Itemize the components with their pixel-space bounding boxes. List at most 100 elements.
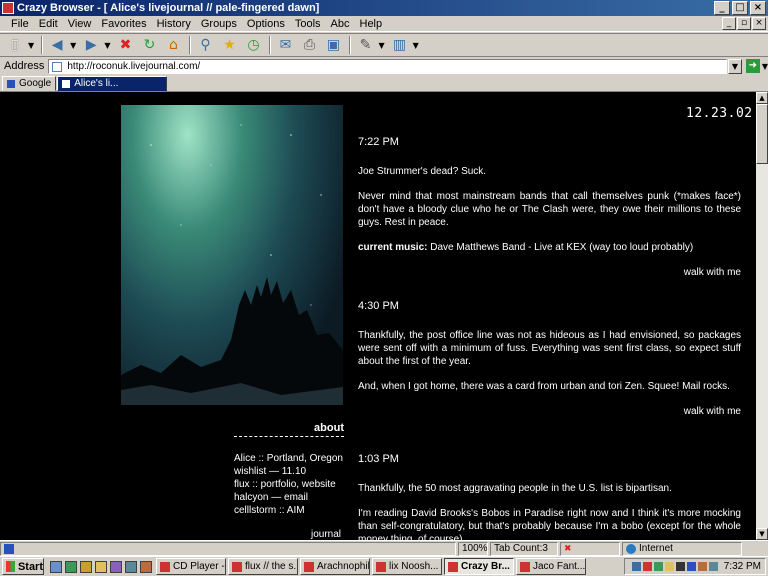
tray-icon[interactable]: [697, 562, 707, 571]
toolbar-separator: [41, 36, 44, 54]
zone-label: Internet: [639, 543, 673, 554]
desktop-icon[interactable]: [50, 560, 62, 573]
menu-history[interactable]: History: [152, 18, 196, 30]
go-arrow-icon[interactable]: ➜: [745, 59, 760, 73]
toolbar-separator: [349, 36, 352, 54]
print-icon[interactable]: ⎙: [298, 35, 320, 55]
zoom-level[interactable]: 100%: [458, 541, 488, 556]
entry-paragraph: I'm reading David Brooks's Bobos in Para…: [358, 508, 741, 540]
new-dropdown-icon[interactable]: ▼: [28, 41, 34, 50]
forward-icon[interactable]: ▶: [80, 35, 102, 55]
edit-dropdown-icon[interactable]: ▼: [378, 41, 384, 50]
mdi-close-button[interactable]: ×: [752, 17, 766, 30]
tab-bar: Google Alice's li...: [0, 75, 768, 92]
vertical-scrollbar[interactable]: ▲ ▼: [756, 92, 768, 540]
menu-tools[interactable]: Tools: [290, 18, 326, 30]
mdi-minimize-button[interactable]: _: [722, 17, 736, 30]
refresh-icon[interactable]: ↻: [138, 35, 160, 55]
back-icon[interactable]: ◀: [46, 35, 68, 55]
tray-icon[interactable]: [664, 562, 674, 571]
favorites-star-icon[interactable]: ★: [218, 35, 240, 55]
columns-icon[interactable]: ▥: [389, 35, 411, 55]
task-flux[interactable]: flux // the s...: [228, 558, 298, 575]
browser-icon[interactable]: [65, 560, 77, 573]
menu-abc[interactable]: Abc: [326, 18, 355, 30]
menu-view[interactable]: View: [63, 18, 97, 30]
close-button[interactable]: ×: [750, 1, 766, 15]
tray-icon[interactable]: [642, 562, 652, 571]
tray-icon[interactable]: [675, 562, 685, 571]
tab-count: Tab Count:3: [490, 541, 558, 556]
menu-edit[interactable]: Edit: [34, 18, 63, 30]
about-item[interactable]: flux :: portfolio, website: [234, 478, 354, 491]
status-text: [0, 541, 456, 556]
columns-dropdown-icon[interactable]: ▼: [413, 41, 419, 50]
status-icons: ✖: [560, 541, 620, 556]
address-bar: Address http://roconuk.livejournal.com/ …: [0, 57, 768, 75]
mail-icon[interactable]: ✉: [274, 35, 296, 55]
walk-with-me-link[interactable]: walk with me: [358, 405, 741, 418]
window-controls: _ □ ×: [714, 1, 766, 15]
explorer-icon[interactable]: [95, 560, 107, 573]
window-icon[interactable]: ▣: [322, 35, 344, 55]
menu-bar: File Edit View Favorites History Groups …: [0, 16, 768, 32]
crazy-browser-icon: [448, 561, 458, 572]
menu-groups[interactable]: Groups: [196, 18, 242, 30]
address-dropdown-icon[interactable]: ▼: [727, 58, 742, 74]
tool-icon[interactable]: [125, 560, 137, 573]
app-icon: [2, 2, 14, 14]
scroll-down-icon[interactable]: ▼: [756, 528, 768, 540]
tray-icon[interactable]: [708, 562, 718, 571]
history-icon[interactable]: ◷: [242, 35, 264, 55]
task-cd-player[interactable]: CD Player -...: [156, 558, 226, 575]
task-crazy-browser[interactable]: Crazy Br...: [444, 558, 514, 575]
maximize-button[interactable]: □: [732, 1, 748, 15]
entry-paragraph: And, when I got home, there was a card f…: [358, 381, 730, 392]
task-arachnophilia[interactable]: Arachnophil...: [300, 558, 370, 575]
menu-file[interactable]: File: [6, 18, 34, 30]
new-page-icon[interactable]: ▯: [4, 35, 26, 55]
tray-icons: [631, 562, 718, 571]
tray-icon[interactable]: [686, 562, 696, 571]
search-icon[interactable]: ⚲: [194, 35, 216, 55]
edit-icon[interactable]: ✎: [354, 35, 376, 55]
edit-icon[interactable]: [140, 560, 152, 573]
tab-google[interactable]: Google: [2, 76, 57, 91]
tray-icon[interactable]: [631, 562, 641, 571]
flux-icon: [232, 561, 242, 572]
menu-favorites[interactable]: Favorites: [96, 18, 151, 30]
scroll-up-icon[interactable]: ▲: [756, 92, 768, 104]
app-icon[interactable]: [110, 560, 122, 573]
task-noosh[interactable]: lix Noosh...: [372, 558, 442, 575]
back-dropdown-icon[interactable]: ▼: [70, 41, 76, 50]
about-header: about: [234, 422, 344, 437]
cd-player-icon: [160, 561, 170, 572]
scroll-thumb[interactable]: [756, 104, 768, 164]
popup-block-icon[interactable]: ✖: [564, 543, 572, 554]
menu-options[interactable]: Options: [242, 18, 290, 30]
walk-with-me-link[interactable]: walk with me: [358, 266, 741, 279]
noosh-icon: [376, 561, 386, 572]
music-label: current music:: [358, 242, 428, 253]
toolbar: ▯ ▼ ◀ ▼ ▶ ▼ ✖ ↻ ⌂ ⚲ ★ ◷ ✉ ⎙ ▣ ✎ ▼ ▥ ▼: [0, 33, 768, 57]
task-jaco[interactable]: Jaco Fant...: [516, 558, 586, 575]
about-list: Alice :: Portland, Oregon wishlist — 11.…: [234, 452, 354, 517]
toolbar-separator: [269, 36, 272, 54]
media-icon[interactable]: [80, 560, 92, 573]
clock[interactable]: 7:32 PM: [724, 561, 761, 572]
tab-alice-journal[interactable]: Alice's li...: [57, 76, 168, 91]
go-dropdown-icon[interactable]: ▼: [762, 62, 768, 71]
mdi-restore-button[interactable]: ▫: [737, 17, 751, 30]
forward-dropdown-icon[interactable]: ▼: [104, 41, 110, 50]
address-input[interactable]: http://roconuk.livejournal.com/: [48, 58, 727, 74]
minimize-button[interactable]: _: [714, 1, 730, 15]
home-icon[interactable]: ⌂: [162, 35, 184, 55]
stop-icon[interactable]: ✖: [114, 35, 136, 55]
aurora-photo: [121, 105, 343, 405]
start-button[interactable]: Start: [2, 558, 44, 575]
tab-label: Alice's li...: [74, 78, 119, 89]
menu-help[interactable]: Help: [355, 18, 388, 30]
tray-icon[interactable]: [653, 562, 663, 571]
about-item[interactable]: halcyon — email: [234, 491, 354, 504]
about-item[interactable]: wishlist — 11.10: [234, 465, 354, 478]
